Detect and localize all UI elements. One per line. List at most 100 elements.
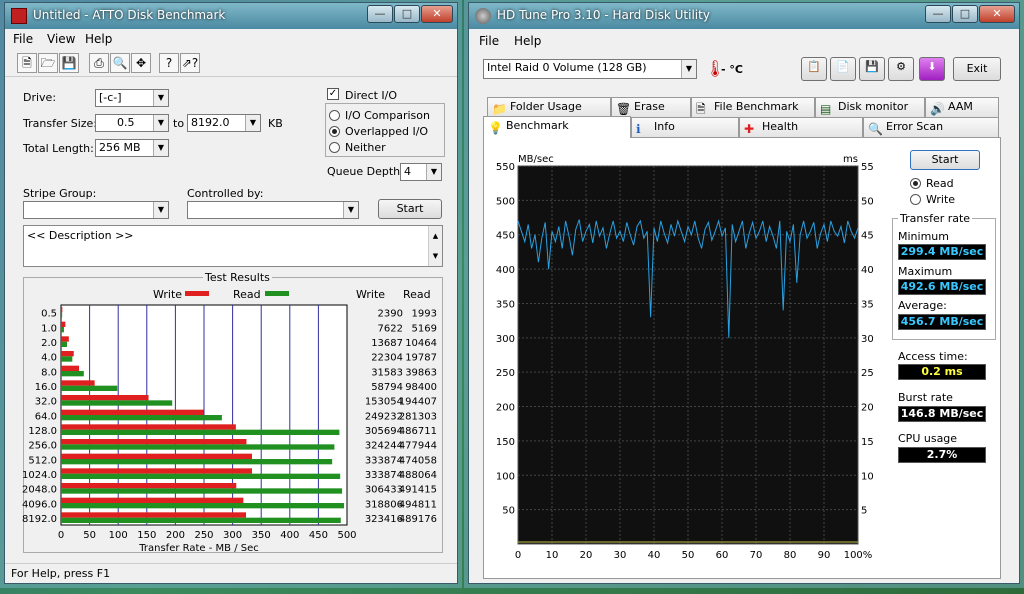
overlapped-io-radio[interactable] — [329, 126, 340, 137]
tab-disk-monitor[interactable]: ▤ Disk monitor — [815, 97, 925, 117]
chart-icon: ▤ — [820, 102, 832, 116]
category-label: 64.0 — [35, 411, 57, 422]
download-button[interactable]: ⬇ — [919, 57, 945, 81]
chevron-down-icon: ▼ — [426, 164, 441, 180]
write-radio[interactable] — [910, 194, 921, 205]
x-tick-label: 350 — [252, 530, 271, 541]
menu-help[interactable]: Help — [85, 32, 112, 46]
health-cross-icon: ✚ — [744, 122, 755, 136]
file-icon: 🗎 — [696, 102, 706, 116]
x-tick-label: 450 — [309, 530, 328, 541]
x-axis-label: Transfer Rate - MB / Sec — [138, 543, 259, 553]
maximize-button[interactable]: □ — [394, 5, 420, 23]
tab-health[interactable]: ✚ Health — [739, 117, 863, 137]
atto-titlebar[interactable]: Untitled - ATTO Disk Benchmark — □ ✕ — [5, 3, 457, 29]
y-tick-label: 550 — [496, 162, 515, 173]
atto-menubar: File View Help — [5, 29, 457, 49]
neither-label: Neither — [345, 141, 386, 154]
close-button[interactable]: ✕ — [421, 5, 453, 23]
help-icon[interactable]: ? — [159, 53, 179, 73]
io-comparison-radio[interactable] — [329, 110, 340, 121]
start-button[interactable]: Start — [378, 199, 442, 219]
write-bar — [61, 439, 247, 445]
y2-tick-label: 50 — [861, 196, 874, 207]
close-button[interactable]: ✕ — [979, 5, 1015, 23]
menu-help[interactable]: Help — [514, 34, 541, 48]
y-tick-label: 300 — [496, 334, 515, 345]
options-button[interactable]: ⚙ — [888, 57, 914, 81]
category-label: 0.5 — [41, 309, 57, 320]
x-tick-label: 30 — [614, 550, 627, 561]
print-preview-icon[interactable]: 🔍 — [110, 53, 130, 73]
copy-text-button[interactable]: 📄 — [830, 57, 856, 81]
tab-info[interactable]: ℹ Info — [631, 117, 739, 137]
total-length-select[interactable]: 256 MB ▼ — [95, 139, 169, 157]
tab-folder-usage[interactable]: 📁 Folder Usage — [487, 97, 611, 117]
open-icon[interactable]: 🗁 — [38, 53, 58, 73]
menu-view[interactable]: View — [47, 32, 75, 46]
tab-benchmark[interactable]: 💡 Benchmark — [483, 116, 631, 138]
menu-file[interactable]: File — [479, 34, 499, 48]
read-value: 477944 — [399, 441, 437, 452]
read-bar — [61, 444, 335, 450]
menu-file[interactable]: File — [13, 32, 33, 46]
write-value: 7622 — [378, 323, 403, 334]
tab-file-benchmark[interactable]: 🗎 File Benchmark — [691, 97, 815, 117]
neither-radio[interactable] — [329, 142, 340, 153]
y-tick-label: 150 — [496, 437, 515, 448]
drive-select[interactable]: [-c-] ▼ — [95, 89, 169, 107]
hdtune-titlebar[interactable]: HD Tune Pro 3.10 - Hard Disk Utility — □… — [469, 3, 1019, 29]
controlled-by-select[interactable]: ▼ — [187, 201, 359, 219]
tab-label: Disk monitor — [838, 100, 909, 113]
category-label: 128.0 — [28, 426, 57, 437]
tab-label: Erase — [634, 100, 665, 113]
hdtune-app-icon — [475, 8, 491, 24]
transfer-to-select[interactable]: 8192.0 ▼ — [187, 114, 261, 132]
x-tick-label: 90 — [818, 550, 831, 561]
save-icon[interactable]: 💾 — [59, 53, 79, 73]
maximize-button[interactable]: □ — [952, 5, 978, 23]
tab-error-scan[interactable]: 🔍 Error Scan — [863, 117, 999, 137]
write-bar — [61, 365, 80, 371]
tab-aam[interactable]: 🔊 AAM — [925, 97, 999, 117]
temperature-value: - °C — [721, 63, 743, 76]
read-value: 494811 — [399, 499, 437, 510]
burst-rate-value: 146.8 MB/sec — [898, 406, 986, 422]
read-radio[interactable] — [910, 178, 921, 189]
kb-label: KB — [268, 117, 283, 130]
context-help-icon[interactable]: ⇗? — [180, 53, 200, 73]
minimum-label: Minimum — [898, 230, 949, 243]
category-label: 256.0 — [28, 441, 57, 452]
status-text: For Help, press F1 — [11, 567, 111, 580]
atto-window: Untitled - ATTO Disk Benchmark — □ ✕ Fil… — [4, 2, 458, 584]
stripe-group-select[interactable]: ▼ — [23, 201, 169, 219]
queue-depth-select[interactable]: 4 ▼ — [400, 163, 442, 181]
minimize-button[interactable]: — — [367, 5, 393, 23]
write-value: 22304 — [371, 353, 403, 364]
transfer-from-select[interactable]: 0.5 ▼ — [95, 114, 169, 132]
info-icon: ℹ — [636, 122, 641, 136]
y-axis-label: MB/sec — [518, 154, 554, 165]
copy-info-button[interactable]: 📋 — [801, 57, 827, 81]
save-button[interactable]: 💾 — [859, 57, 885, 81]
exit-button[interactable]: Exit — [953, 57, 1001, 81]
drive-select[interactable]: Intel Raid 0 Volume (128 GB) ▼ — [483, 59, 697, 79]
category-label: 16.0 — [35, 382, 57, 393]
read-bar — [61, 488, 343, 494]
cpu-usage-value: 2.7% — [898, 447, 986, 463]
read-bar — [61, 400, 173, 406]
to-label: to — [173, 117, 185, 130]
tab-erase[interactable]: 🗑 Erase — [611, 97, 691, 117]
transfer-from-value: 0.5 — [117, 116, 135, 129]
burst-rate-label: Burst rate — [898, 391, 953, 404]
cpu-usage-label: CPU usage — [898, 432, 958, 445]
new-icon[interactable]: 🗎 — [17, 53, 37, 73]
minimize-button[interactable]: — — [925, 5, 951, 23]
x-tick-label: 50 — [682, 550, 695, 561]
y2-tick-label: 40 — [861, 265, 874, 276]
direct-io-checkbox[interactable]: ✓ — [327, 88, 339, 100]
maximum-label: Maximum — [898, 265, 953, 278]
print-icon[interactable]: ⎙ — [89, 53, 109, 73]
move-icon[interactable]: ✥ — [131, 53, 151, 73]
hd-start-button[interactable]: Start — [910, 150, 980, 170]
